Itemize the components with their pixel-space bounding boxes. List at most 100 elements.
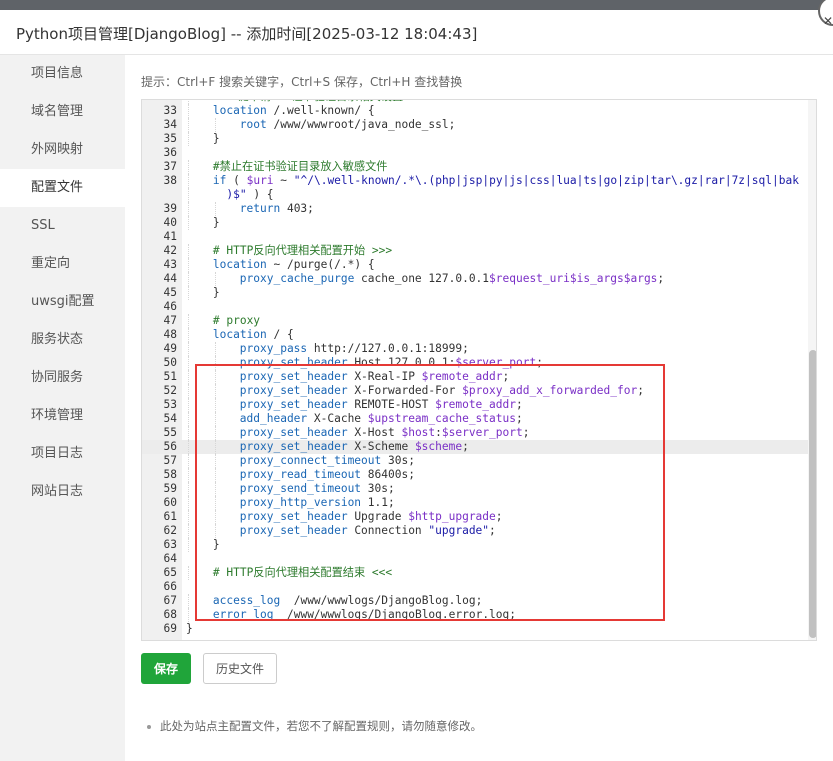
code-line[interactable]: )$" ) { xyxy=(142,188,816,202)
scrollbar-thumb[interactable] xyxy=(809,350,816,638)
code-token: ) { xyxy=(246,188,274,201)
sidebar-item[interactable]: 项目日志 xyxy=(0,435,125,473)
code-token: $remote_addr xyxy=(435,398,516,411)
line-number: 62 xyxy=(163,524,177,537)
sidebar-item[interactable]: 域名管理 xyxy=(0,93,125,131)
code-text: proxy_set_header REMOTE-HOST $remote_add… xyxy=(240,398,523,412)
code-line[interactable]: 34 root /www/wwwroot/java_node_ssl; xyxy=(142,118,816,132)
sidebar-item[interactable]: SSL xyxy=(0,207,125,245)
code-text: add_header X-Cache $upstream_cache_statu… xyxy=(240,412,523,426)
code-line[interactable]: 63} xyxy=(142,538,816,552)
code-token: /www/wwwlogs/DjangoBlog.error.log; xyxy=(273,608,516,621)
indent-guide xyxy=(214,272,216,286)
close-icon[interactable]: ✕ xyxy=(823,14,833,28)
code-token: X-Scheme xyxy=(347,440,415,453)
code-line[interactable]: 41 xyxy=(142,230,816,244)
code-line[interactable]: 55 proxy_set_header X-Host $host:$server_… xyxy=(142,426,816,440)
code-line[interactable]: 33 location /.well-known/ { xyxy=(142,104,816,118)
code-token: proxy_pass xyxy=(239,342,308,355)
code-line[interactable]: 58 proxy_read_timeout 86400s; xyxy=(142,468,816,482)
sidebar-item[interactable]: 网站日志 xyxy=(0,473,125,511)
code-token: ~ /purge(/.*) { xyxy=(266,258,375,271)
code-line[interactable]: 42 # HTTP反向代理相关配置开始 >>> xyxy=(142,244,816,258)
code-line[interactable]: 61 proxy_set_header Upgrade $http_upgrade… xyxy=(142,510,816,524)
code-line[interactable]: 67 access_log /www/wwwlogs/DjangoBlog.log… xyxy=(142,594,816,608)
code-line[interactable]: 43 location ~ /purge(/.*) { xyxy=(142,258,816,272)
code-token: proxy_set_header xyxy=(239,426,348,439)
line-number: 36 xyxy=(163,146,177,159)
sidebar-item[interactable]: uwsgi配置 xyxy=(0,283,125,321)
code-line[interactable]: 44 proxy_cache_purge cache_one 127.0.0.1$… xyxy=(142,272,816,286)
code-line[interactable]: 60 proxy_http_version 1.1; xyxy=(142,496,816,510)
code-line[interactable]: 47 # proxy xyxy=(142,314,816,328)
code-line[interactable]: 66 xyxy=(142,580,816,594)
sidebar-item[interactable]: 协同服务 xyxy=(0,359,125,397)
code-line[interactable]: 49 proxy_pass http://127.0.0.1:18999; xyxy=(142,342,816,356)
code-line[interactable]: 69} xyxy=(142,622,816,636)
code-line[interactable]: 53 proxy_set_header REMOTE-HOST $remote_a… xyxy=(142,398,816,412)
line-number: 34 xyxy=(163,118,177,131)
code-lines[interactable]: 32# 一键申请SSL证书验证目录相关设置33location /.well-k… xyxy=(142,100,816,636)
sidebar-item[interactable]: 项目信息 xyxy=(0,55,125,93)
editor-scrollbar[interactable] xyxy=(808,100,816,640)
project-dialog: Python项目管理[DjangoBlog] -- 添加时间[2025-03-1… xyxy=(0,0,833,761)
code-line[interactable]: 46 xyxy=(142,300,816,314)
code-line[interactable]: 68 error_log /www/wwwlogs/DjangoBlog.erro… xyxy=(142,608,816,622)
code-line[interactable]: 37 #禁止在证书验证目录放入敏感文件 xyxy=(142,160,816,174)
code-token: proxy_set_header xyxy=(239,398,348,411)
save-button[interactable]: 保存 xyxy=(141,653,191,684)
code-editor[interactable]: 32# 一键申请SSL证书验证目录相关设置33location /.well-k… xyxy=(141,99,817,641)
code-line[interactable]: 54 add_header X-Cache $upstream_cache_sta… xyxy=(142,412,816,426)
code-line[interactable]: 52 proxy_set_header X-Forwarded-For $prox… xyxy=(142,384,816,398)
sidebar-item[interactable]: 重定向 xyxy=(0,245,125,283)
code-line[interactable]: 51 proxy_set_header X-Real-IP $remote_add… xyxy=(142,370,816,384)
history-files-button[interactable]: 历史文件 xyxy=(203,653,277,684)
code-token: proxy_connect_timeout xyxy=(239,454,382,467)
line-number: 69 xyxy=(163,622,177,635)
code-line[interactable]: 36 xyxy=(142,146,816,160)
indent-guide xyxy=(188,510,189,524)
code-line[interactable]: 48 location / { xyxy=(142,328,816,342)
code-token: if xyxy=(212,174,227,187)
code-token: ( xyxy=(226,174,247,187)
line-number: 55 xyxy=(163,426,177,439)
line-number: 65 xyxy=(163,566,177,579)
indent-guide xyxy=(188,594,189,608)
code-line[interactable]: 50 proxy_set_header Host 127.0.0.1:$serve… xyxy=(142,356,816,370)
line-number: 40 xyxy=(163,216,177,229)
line-number: 51 xyxy=(163,370,177,383)
code-text: } xyxy=(213,132,220,146)
indent-guide xyxy=(188,468,189,482)
code-line[interactable]: 64 xyxy=(142,552,816,566)
sidebar-item[interactable]: 服务状态 xyxy=(0,321,125,359)
code-line[interactable]: 62 proxy_set_header Connection "upgrade"; xyxy=(142,524,816,538)
code-line[interactable]: 57 proxy_connect_timeout 30s; xyxy=(142,454,816,468)
code-token: "upgrade" xyxy=(428,524,490,537)
line-number: 45 xyxy=(163,286,177,299)
code-token: http://127.0.0.1:18999; xyxy=(307,342,469,355)
indent-guide xyxy=(214,412,216,426)
indent-guide xyxy=(188,272,189,286)
code-line[interactable]: 45} xyxy=(142,286,816,300)
indent-guide xyxy=(188,118,189,132)
code-line[interactable]: 35} xyxy=(142,132,816,146)
code-line[interactable]: 65 # HTTP反向代理相关配置结束 <<< xyxy=(142,566,816,580)
sidebar-item[interactable]: 环境管理 xyxy=(0,397,125,435)
line-number: 33 xyxy=(163,104,177,117)
sidebar-item[interactable]: 配置文件 xyxy=(0,169,125,207)
code-text: proxy_pass http://127.0.0.1:18999; xyxy=(240,342,469,356)
indent-guide xyxy=(214,342,216,356)
indent-guide xyxy=(214,482,216,496)
code-line[interactable]: 59 proxy_send_timeout 30s; xyxy=(142,482,816,496)
line-number: 57 xyxy=(163,454,177,467)
code-line[interactable]: 40} xyxy=(142,216,816,230)
code-text: } xyxy=(213,286,220,300)
code-token: ; xyxy=(502,370,510,383)
code-token: root xyxy=(239,118,267,131)
code-text: #禁止在证书验证目录放入敏感文件 xyxy=(213,160,388,174)
indent-guide xyxy=(214,496,216,510)
code-line[interactable]: 56 proxy_set_header X-Scheme $scheme; xyxy=(142,440,816,454)
code-line[interactable]: 39 return 403; xyxy=(142,202,816,216)
sidebar-item[interactable]: 外网映射 xyxy=(0,131,125,169)
code-line[interactable]: 38 if ( $uri ~ "^/\.well-known/.*\.(php|j… xyxy=(142,174,816,188)
